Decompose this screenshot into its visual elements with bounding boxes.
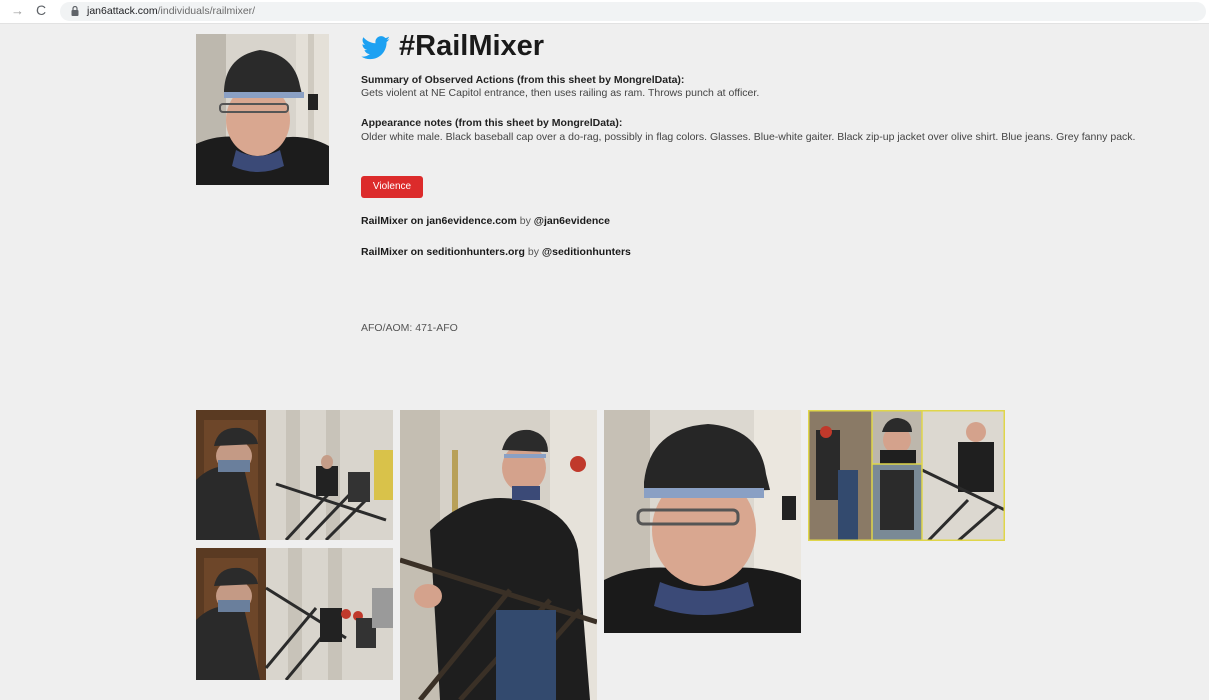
gallery-photo-5-collage[interactable] — [808, 410, 1005, 541]
summary-text: Gets violent at NE Capitol entrance, the… — [361, 87, 760, 99]
address-bar[interactable]: jan6attack.com/individuals/railmixer/ — [60, 2, 1206, 21]
seditionhunters-link-row: RailMixer on seditionhunters.org by @sed… — [361, 245, 631, 259]
browser-toolbar: → C jan6attack.com/individuals/railmixer… — [0, 0, 1209, 24]
gallery-photo-3[interactable] — [400, 410, 597, 700]
violence-tag-button[interactable]: Violence — [361, 176, 423, 198]
gallery-photo-1[interactable] — [196, 410, 393, 540]
gallery-photo-2[interactable] — [196, 548, 393, 680]
jan6evidence-link[interactable]: RailMixer on jan6evidence.com — [361, 215, 517, 227]
url-path: /individuals/railmixer/ — [157, 5, 256, 17]
reload-icon[interactable]: C — [36, 2, 46, 18]
by-text: by — [524, 246, 542, 258]
page-title: #RailMixer — [399, 30, 545, 62]
jan6evidence-link-row: RailMixer on jan6evidence.com by @jan6ev… — [361, 214, 610, 228]
forward-icon[interactable]: → — [11, 3, 24, 19]
afo-aom-label: AFO/AOM: 471-AFO — [361, 322, 458, 334]
by-text: by — [516, 215, 534, 227]
twitter-bird-icon[interactable] — [361, 36, 391, 60]
lock-icon — [71, 6, 79, 16]
appearance-heading: Appearance notes (from this sheet by Mon… — [361, 117, 623, 129]
url-domain: jan6attack.com — [87, 5, 158, 17]
url-text: jan6attack.com/individuals/railmixer/ — [87, 4, 255, 18]
appearance-text: Older white male. Black baseball cap ove… — [361, 131, 1136, 143]
seditionhunters-link[interactable]: RailMixer on seditionhunters.org — [361, 246, 525, 258]
profile-photo — [196, 34, 329, 185]
jan6evidence-handle-link[interactable]: @jan6evidence — [534, 215, 610, 227]
summary-heading: Summary of Observed Actions (from this s… — [361, 74, 685, 86]
gallery-photo-4[interactable] — [604, 410, 801, 633]
seditionhunters-handle-link[interactable]: @seditionhunters — [542, 246, 631, 258]
